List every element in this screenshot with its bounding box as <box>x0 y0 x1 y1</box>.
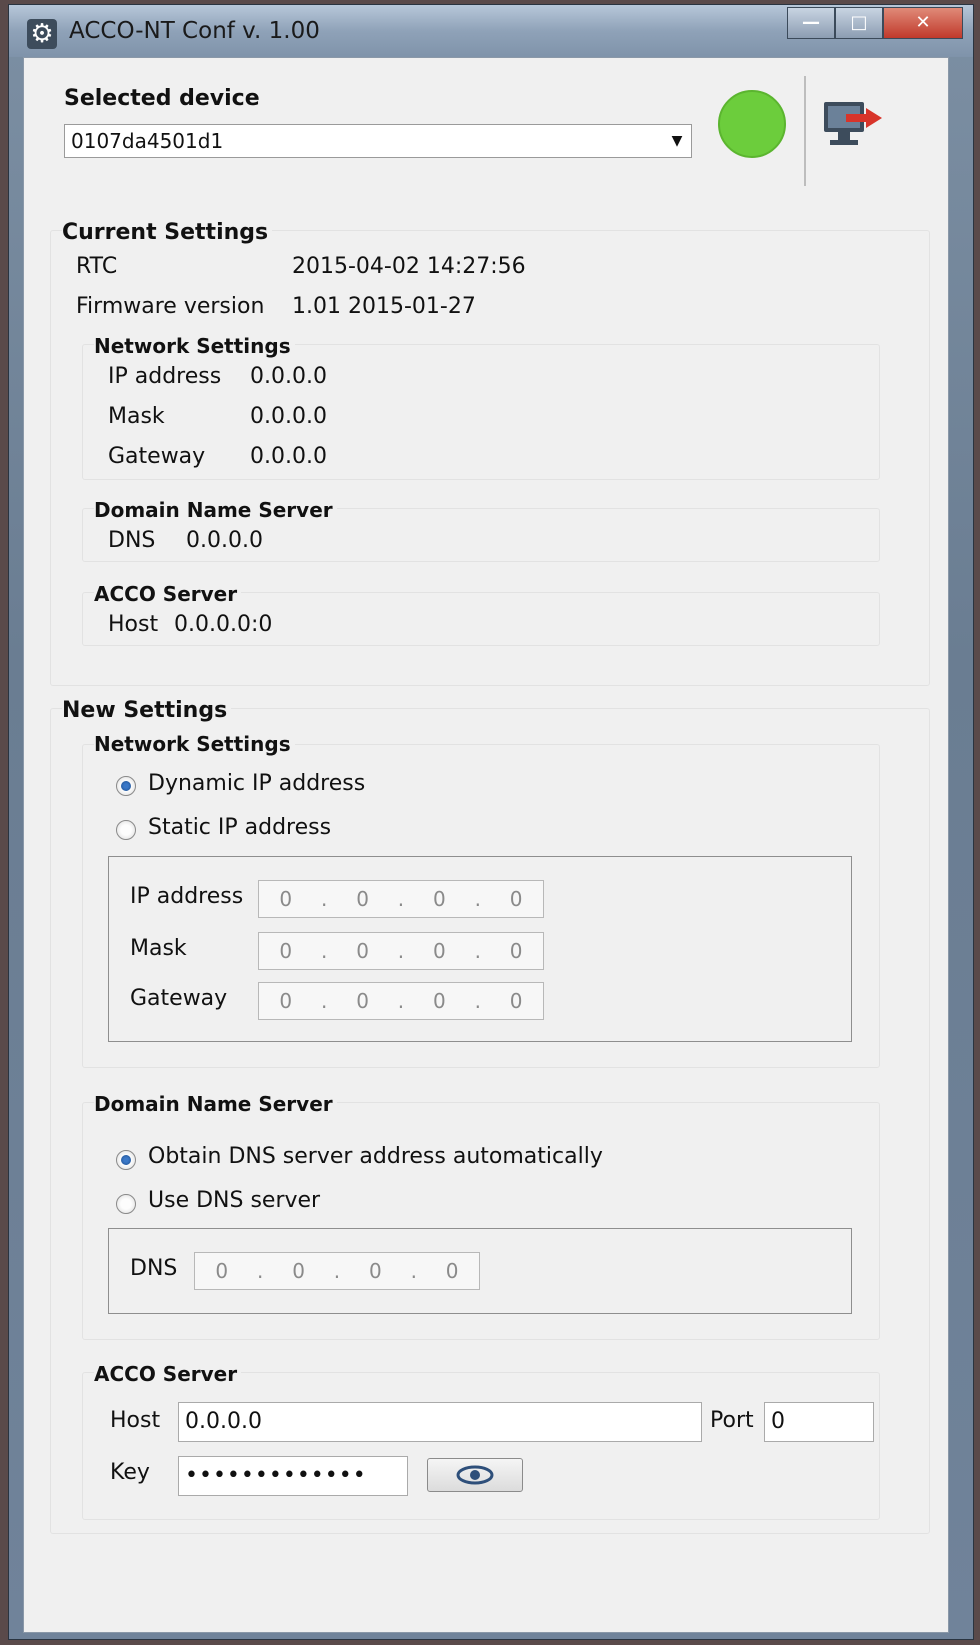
dns-dot: . <box>257 1259 264 1283</box>
ip-octet: 0 <box>432 887 446 911</box>
client-area: Selected device 0107da4501d1 ▼ Current S… <box>23 57 949 1633</box>
new-ip-label: IP address <box>130 884 244 909</box>
window-controls: — □ ✕ <box>787 7 963 41</box>
static-ip-radio[interactable] <box>116 820 136 840</box>
current-network-title: Network Settings <box>94 334 295 358</box>
gateway-octet: 0 <box>432 989 446 1013</box>
static-ip-label[interactable]: Static IP address <box>148 815 331 840</box>
mask-octet: 0 <box>279 939 293 963</box>
new-dns-label: DNS <box>130 1256 178 1281</box>
mask-octet: 0 <box>432 939 446 963</box>
dynamic-ip-radio[interactable] <box>116 776 136 796</box>
gateway-dot: . <box>397 989 405 1013</box>
current-gateway-label: Gateway <box>108 444 206 469</box>
current-host-value: 0.0.0.0:0 <box>174 612 273 637</box>
ip-dot: . <box>474 887 481 911</box>
chevron-down-icon[interactable]: ▼ <box>665 129 689 153</box>
current-gateway-value: 0.0.0.0 <box>250 444 327 469</box>
key-label: Key <box>110 1460 150 1485</box>
ip-dot: . <box>321 887 328 911</box>
gateway-input[interactable]: 0 . 0 . 0 . 0 <box>258 982 544 1020</box>
rtc-value: 2015-04-02 14:27:56 <box>292 254 526 279</box>
current-dns-label: DNS <box>108 528 156 553</box>
firmware-label: Firmware version <box>76 294 265 319</box>
dns-octet: 0 <box>292 1259 305 1283</box>
current-settings-title: Current Settings <box>62 220 273 245</box>
eye-icon <box>456 1465 494 1485</box>
gateway-octet: 0 <box>279 989 293 1013</box>
dns-octet: 0 <box>215 1259 229 1283</box>
current-acco-title: ACCO Server <box>94 582 242 606</box>
current-mask-value: 0.0.0.0 <box>250 404 327 429</box>
vertical-divider <box>804 76 806 186</box>
disconnect-button[interactable] <box>820 98 890 158</box>
ip-octet: 0 <box>509 887 523 911</box>
dns-octet: 0 <box>368 1259 382 1283</box>
current-dns-value: 0.0.0.0 <box>186 528 263 553</box>
dns-octet: 0 <box>445 1259 459 1283</box>
port-label: Port <box>710 1408 754 1433</box>
dns-auto-radio[interactable] <box>116 1150 136 1170</box>
app-window: ⚙ ACCO-NT Conf v. 1.00 — □ ✕ Selected de… <box>8 4 974 1640</box>
host-input[interactable]: 0.0.0.0 <box>178 1402 702 1442</box>
new-dns-title: Domain Name Server <box>94 1092 337 1116</box>
window-title: ACCO-NT Conf v. 1.00 <box>69 18 320 44</box>
current-mask-label: Mask <box>108 404 165 429</box>
gateway-octet: 0 <box>509 989 523 1013</box>
ip-octet: 0 <box>279 887 293 911</box>
dns-input[interactable]: 0 . 0 . 0 . 0 <box>194 1252 480 1290</box>
current-ip-label: IP address <box>108 364 222 389</box>
close-button[interactable]: ✕ <box>883 7 963 39</box>
gateway-dot: . <box>321 989 328 1013</box>
mask-octet: 0 <box>356 939 369 963</box>
dynamic-ip-label[interactable]: Dynamic IP address <box>148 771 365 796</box>
device-select[interactable]: 0107da4501d1 ▼ <box>64 124 692 158</box>
device-select-value: 0107da4501d1 <box>71 129 224 153</box>
ip-octet: 0 <box>356 887 369 911</box>
rtc-label: RTC <box>76 254 118 279</box>
current-host-label: Host <box>108 612 159 637</box>
new-settings-title: New Settings <box>62 698 232 723</box>
port-input[interactable]: 0 <box>764 1402 874 1442</box>
disconnect-icon <box>824 102 882 145</box>
new-acco-group <box>82 1372 880 1520</box>
new-network-title: Network Settings <box>94 732 295 756</box>
selected-device-label: Selected device <box>64 86 260 111</box>
title-bar: ⚙ ACCO-NT Conf v. 1.00 — □ ✕ <box>9 5 973 57</box>
mask-input[interactable]: 0 . 0 . 0 . 0 <box>258 932 544 970</box>
current-ip-value: 0.0.0.0 <box>250 364 327 389</box>
dns-manual-radio[interactable] <box>116 1194 136 1214</box>
show-key-button[interactable] <box>427 1458 523 1492</box>
dns-auto-label[interactable]: Obtain DNS server address automatically <box>148 1144 603 1169</box>
mask-dot: . <box>321 939 328 963</box>
dns-dot: . <box>333 1259 341 1283</box>
host-label: Host <box>110 1408 161 1433</box>
gateway-dot: . <box>474 989 481 1013</box>
dns-manual-label[interactable]: Use DNS server <box>148 1188 320 1213</box>
ip-dot: . <box>397 887 405 911</box>
maximize-button[interactable]: □ <box>835 7 883 39</box>
ip-address-input[interactable]: 0 . 0 . 0 . 0 <box>258 880 544 918</box>
mask-octet: 0 <box>509 939 523 963</box>
new-mask-label: Mask <box>130 936 187 961</box>
key-input[interactable]: ••••••••••••• <box>178 1456 408 1496</box>
mask-dot: . <box>474 939 481 963</box>
current-dns-title: Domain Name Server <box>94 498 337 522</box>
connection-status-indicator <box>718 90 786 158</box>
minimize-button[interactable]: — <box>787 7 835 39</box>
mask-dot: . <box>397 939 405 963</box>
gear-icon: ⚙ <box>27 19 57 49</box>
firmware-value: 1.01 2015-01-27 <box>292 294 476 319</box>
new-gateway-label: Gateway <box>130 986 228 1011</box>
dns-dot: . <box>410 1259 417 1283</box>
gateway-octet: 0 <box>356 989 369 1013</box>
new-acco-title: ACCO Server <box>94 1362 242 1386</box>
